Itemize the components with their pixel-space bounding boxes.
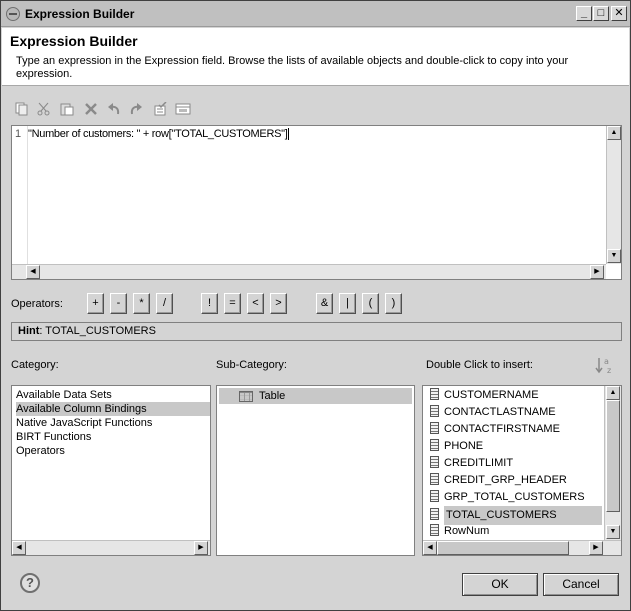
scroll-left-button[interactable]: ◀ bbox=[12, 541, 26, 555]
operator-less-than-button[interactable]: < bbox=[247, 293, 264, 314]
column-icon bbox=[430, 508, 439, 521]
field-item[interactable]: CREDITLIMIT bbox=[425, 455, 513, 472]
operator-close-paren-button[interactable]: ) bbox=[385, 293, 402, 314]
gutter-divider bbox=[27, 126, 28, 264]
scroll-up-button[interactable]: ▲ bbox=[606, 386, 620, 400]
eclipse-app-icon bbox=[6, 7, 20, 21]
expression-text[interactable]: "Number of customers: " + row["TOTAL_CUS… bbox=[28, 128, 290, 140]
minimize-button[interactable]: _ bbox=[576, 6, 592, 21]
field-item[interactable]: CONTACTLASTNAME bbox=[425, 404, 556, 421]
category-list[interactable]: Available Data Sets Available Column Bin… bbox=[11, 385, 211, 556]
operator-greater-than-button[interactable]: > bbox=[270, 293, 287, 314]
operators-label: Operators: bbox=[11, 298, 63, 310]
paste-icon[interactable] bbox=[59, 101, 75, 117]
scroll-thumb[interactable] bbox=[606, 400, 620, 512]
svg-text:a: a bbox=[604, 357, 609, 366]
expression-builder-window: Expression Builder _ □ ✕ Expression Buil… bbox=[0, 0, 631, 611]
scroll-up-button[interactable]: ▲ bbox=[607, 126, 621, 140]
category-item-selected[interactable]: Available Column Bindings bbox=[16, 402, 210, 416]
dialog-description: Type an expression in the Expression fie… bbox=[16, 55, 569, 80]
operator-and-button[interactable]: & bbox=[316, 293, 333, 314]
operator-open-paren-button[interactable]: ( bbox=[362, 293, 379, 314]
column-icon bbox=[430, 439, 439, 452]
category-item[interactable]: Native JavaScript Functions bbox=[16, 416, 152, 430]
operator-divide-button[interactable]: / bbox=[156, 293, 173, 314]
table-icon bbox=[239, 390, 253, 402]
validate-icon[interactable] bbox=[175, 101, 191, 117]
scroll-right-button[interactable]: ▶ bbox=[194, 541, 208, 555]
svg-text:z: z bbox=[607, 366, 611, 374]
dialog-header: Expression Builder Type an expression in… bbox=[2, 28, 629, 86]
insert-label: Double Click to insert: bbox=[426, 359, 533, 371]
category-item[interactable]: Available Data Sets bbox=[16, 388, 112, 402]
operator-not-button[interactable]: ! bbox=[201, 293, 218, 314]
column-icon bbox=[430, 473, 439, 486]
category-item[interactable]: Operators bbox=[16, 444, 65, 458]
field-item[interactable]: CREDIT_GRP_HEADER bbox=[425, 472, 567, 489]
category-horizontal-scrollbar[interactable]: ◀ ▶ bbox=[12, 540, 210, 555]
editor-horizontal-scrollbar[interactable]: ◀ ▶ bbox=[12, 264, 606, 279]
operator-multiply-button[interactable]: * bbox=[133, 293, 150, 314]
window-title: Expression Builder bbox=[25, 7, 135, 21]
operator-or-button[interactable]: | bbox=[339, 293, 356, 314]
column-icon bbox=[430, 524, 439, 537]
cut-icon[interactable] bbox=[36, 101, 52, 117]
operator-plus-button[interactable]: + bbox=[87, 293, 104, 314]
scroll-right-button[interactable]: ▶ bbox=[590, 265, 604, 279]
category-item[interactable]: BIRT Functions bbox=[16, 430, 91, 444]
subcategory-item-label: Table bbox=[259, 390, 286, 402]
field-item[interactable]: CONTACTFIRSTNAME bbox=[425, 421, 560, 438]
expression-editor[interactable]: 1 "Number of customers: " + row["TOTAL_C… bbox=[11, 125, 622, 280]
column-icon bbox=[430, 405, 439, 418]
close-button[interactable]: ✕ bbox=[611, 6, 627, 21]
cancel-button[interactable]: Cancel bbox=[543, 573, 619, 596]
insert-vertical-scrollbar[interactable]: ▲ ▼ bbox=[604, 386, 621, 540]
subcategory-item-selected[interactable]: Table bbox=[219, 388, 412, 404]
column-icon bbox=[430, 456, 439, 469]
copy-icon[interactable] bbox=[14, 101, 30, 117]
insert-list[interactable]: CUSTOMERNAME CONTACTLASTNAME CONTACTFIRS… bbox=[422, 385, 622, 556]
ok-button[interactable]: OK bbox=[462, 573, 538, 596]
delete-icon[interactable] bbox=[83, 101, 99, 117]
insert-horizontal-scrollbar[interactable]: ◀ ▶ bbox=[423, 540, 621, 555]
dialog-title: Expression Builder bbox=[10, 33, 138, 49]
editor-vertical-scrollbar[interactable]: ▲ ▼ bbox=[606, 126, 621, 264]
select-all-icon[interactable] bbox=[152, 101, 168, 117]
scroll-right-button[interactable]: ▶ bbox=[589, 541, 603, 555]
maximize-button[interactable]: □ bbox=[593, 6, 609, 21]
field-item[interactable]: RowNum bbox=[425, 523, 489, 540]
scroll-left-button[interactable]: ◀ bbox=[26, 265, 40, 279]
field-item-selected[interactable]: TOTAL_CUSTOMERS bbox=[425, 506, 602, 525]
subcategory-label: Sub-Category: bbox=[216, 359, 287, 371]
hint-bar: Hint: TOTAL_CUSTOMERS bbox=[11, 322, 622, 341]
help-button[interactable]: ? bbox=[20, 573, 40, 593]
scroll-down-button[interactable]: ▼ bbox=[606, 525, 620, 539]
operator-equals-button[interactable]: = bbox=[224, 293, 241, 314]
line-number: 1 bbox=[15, 128, 22, 140]
scroll-down-button[interactable]: ▼ bbox=[607, 249, 621, 263]
scroll-thumb[interactable] bbox=[437, 541, 569, 555]
title-bar[interactable]: Expression Builder _ □ ✕ bbox=[1, 1, 630, 27]
category-label: Category: bbox=[11, 359, 59, 371]
hint-label: Hint bbox=[18, 325, 40, 337]
hint-value: : TOTAL_CUSTOMERS bbox=[39, 325, 156, 337]
column-icon bbox=[430, 422, 439, 435]
column-icon bbox=[430, 388, 439, 401]
field-item[interactable]: PHONE bbox=[425, 438, 483, 455]
sort-alphabetical-icon[interactable]: az bbox=[595, 356, 615, 375]
field-item[interactable]: CUSTOMERNAME bbox=[425, 387, 539, 404]
column-icon bbox=[430, 490, 439, 503]
field-item[interactable]: GRP_TOTAL_CUSTOMERS bbox=[425, 489, 585, 506]
undo-icon[interactable] bbox=[106, 101, 122, 117]
scroll-left-button[interactable]: ◀ bbox=[423, 541, 437, 555]
subcategory-list[interactable]: Table bbox=[216, 385, 415, 556]
redo-icon[interactable] bbox=[128, 101, 144, 117]
operator-minus-button[interactable]: - bbox=[110, 293, 127, 314]
